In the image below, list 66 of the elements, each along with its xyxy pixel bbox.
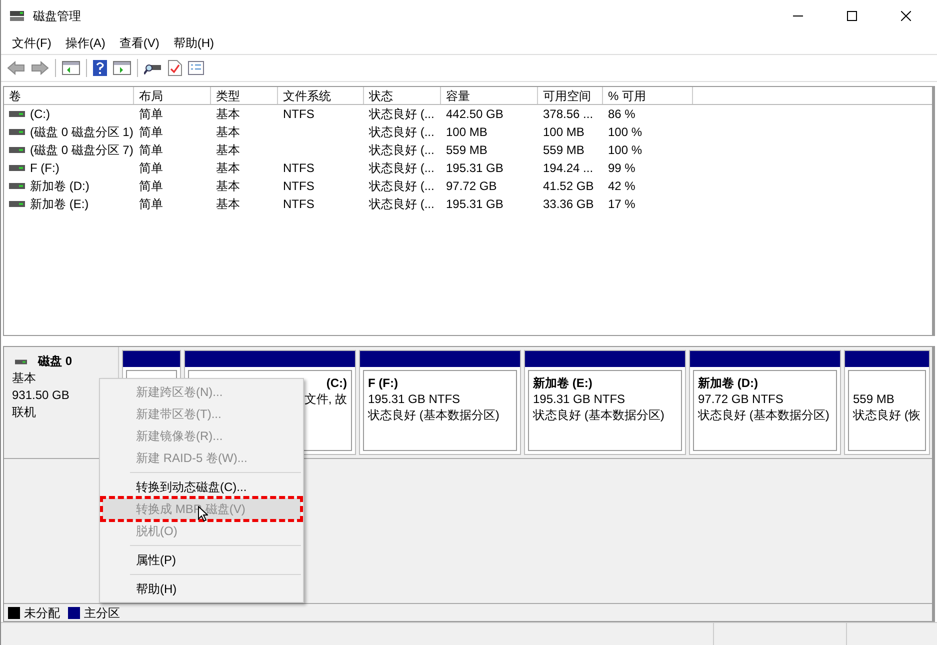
table-cell-text: 559 MB <box>446 142 488 159</box>
table-cell-text: 42 % <box>608 178 636 195</box>
table-cell-text: 97.72 GB <box>446 178 497 195</box>
table-cell-text: 559 MB <box>543 142 584 159</box>
table-cell-text: 194.24 ... <box>543 160 594 177</box>
disk-status: 联机 <box>12 404 37 421</box>
table-cell-text: 新加卷 (E:) <box>30 196 89 213</box>
table-cell-text: (磁盘 0 磁盘分区 1) <box>30 124 134 141</box>
table-cell-text: (磁盘 0 磁盘分区 7) <box>30 142 134 159</box>
disk-type: 基本 <box>12 370 37 387</box>
table-cell-text: 简单 <box>139 142 163 159</box>
table-cell-text: 33.36 GB <box>543 196 594 213</box>
partition-detail: 97.72 GB NTFS <box>698 391 784 407</box>
table-cell-text: 100 MB <box>446 124 488 141</box>
table-cell-text: 基本 <box>216 178 240 195</box>
table-cell-text: 简单 <box>139 106 163 123</box>
partition-title: (C:) <box>326 375 347 391</box>
legend-label: 主分区 <box>84 604 120 622</box>
table-cell-text: NTFS <box>283 160 314 177</box>
table-cell-text: 状态良好 (... <box>369 160 434 177</box>
table-cell-text: 17 % <box>608 196 636 213</box>
table-cell-text: 100 % <box>608 124 642 141</box>
table-cell-text: 状态良好 (... <box>369 142 434 159</box>
partition-title: 新加卷 (E:) <box>533 375 594 391</box>
partition-detail: 状态良好 (恢 <box>853 407 921 423</box>
table-cell-text: 状态良好 (... <box>369 196 434 213</box>
table-cell-text: 基本 <box>216 124 240 141</box>
table-cell-text: 99 % <box>608 160 636 177</box>
table-cell-text: 基本 <box>216 142 240 159</box>
disk-size: 931.50 GB <box>12 387 70 404</box>
table-cell-text: NTFS <box>283 178 314 195</box>
table-cell-text: NTFS <box>283 106 314 123</box>
partition-title: 新加卷 (D:) <box>698 375 759 391</box>
legend-label: 未分配 <box>24 604 60 622</box>
table-cell-text: 基本 <box>216 106 240 123</box>
table-cell-text: 状态良好 (... <box>369 124 434 141</box>
table-cell-text: 378.56 ... <box>543 106 594 123</box>
window-title: 磁盘管理 <box>33 8 81 25</box>
table-cell-text: 基本 <box>216 196 240 213</box>
table-cell-text: 基本 <box>216 160 240 177</box>
partition-title: F (F:) <box>368 375 399 391</box>
table-cell-text: 状态良好 (... <box>369 178 434 195</box>
table-cell-text: 简单 <box>139 160 163 177</box>
partition-detail: 195.31 GB NTFS <box>368 391 462 407</box>
partition-detail: 状态良好 (基本数据分区) <box>368 407 500 423</box>
table-cell-text: 195.31 GB <box>446 160 504 177</box>
table-cell-text: 442.50 GB <box>446 106 504 123</box>
table-cell-text: 41.52 GB <box>543 178 594 195</box>
partition-detail: 状态良好 (基本数据分区) <box>533 407 666 423</box>
table-cell-text: NTFS <box>283 196 314 213</box>
table-cell-text: 100 % <box>608 142 642 159</box>
partition-detail: 559 MB <box>853 391 896 407</box>
table-cell-text: 简单 <box>139 196 163 213</box>
table-cell-text: 195.31 GB <box>446 196 504 213</box>
table-cell-text: 简单 <box>139 124 163 141</box>
partition-detail: 195.31 GB NTFS <box>533 391 626 407</box>
table-cell-text: 100 MB <box>543 124 584 141</box>
table-cell-text: 状态良好 (... <box>369 106 434 123</box>
table-cell-text: 新加卷 (D:) <box>30 178 90 195</box>
table-cell-text: (C:) <box>30 106 50 123</box>
table-cell-text: F (F:) <box>30 160 60 177</box>
partition-detail: 文件, 故 <box>304 391 347 407</box>
partition-detail: 状态良好 (基本数据分区) <box>698 407 830 423</box>
disk-name: 磁盘 0 <box>36 353 72 370</box>
table-cell-text: 86 % <box>608 106 636 123</box>
table-cell-text: 简单 <box>139 178 163 195</box>
